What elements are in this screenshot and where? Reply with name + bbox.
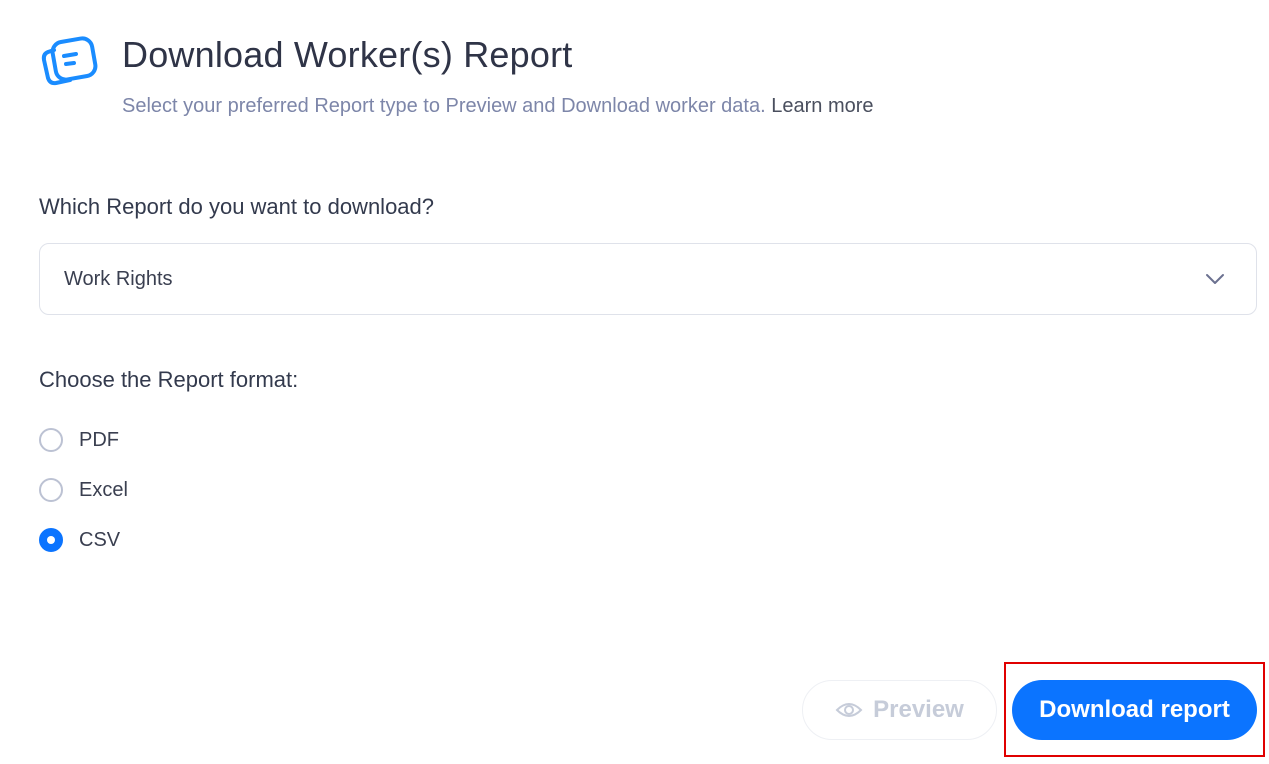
report-type-value: Work Rights [64, 267, 173, 290]
learn-more-link[interactable]: Learn more [771, 95, 873, 117]
radio-pdf[interactable] [39, 428, 63, 452]
preview-label: Preview [873, 696, 964, 723]
eye-icon [835, 703, 863, 717]
format-option-label: CSV [79, 528, 121, 551]
format-label: Choose the Report format: [39, 367, 299, 392]
format-option-csv[interactable]: CSV [39, 528, 120, 552]
format-option-excel[interactable]: Excel [39, 478, 128, 502]
download-report-button[interactable]: Download report [1012, 680, 1257, 740]
format-option-label: PDF [79, 428, 119, 451]
radio-csv[interactable] [39, 528, 63, 552]
report-type-dropdown[interactable]: Work Rights [39, 243, 1257, 315]
subtitle-text: Select your preferred Report type to Pre… [122, 95, 766, 117]
page-subtitle: Select your preferred Report type to Pre… [122, 95, 874, 118]
radio-excel[interactable] [39, 478, 63, 502]
preview-button[interactable]: Preview [802, 680, 997, 740]
format-option-label: Excel [79, 478, 128, 501]
format-option-pdf[interactable]: PDF [39, 428, 119, 452]
chevron-down-icon [1206, 274, 1224, 284]
report-select-label: Which Report do you want to download? [39, 194, 435, 219]
document-icon [41, 36, 98, 86]
page-title: Download Worker(s) Report [122, 34, 573, 75]
